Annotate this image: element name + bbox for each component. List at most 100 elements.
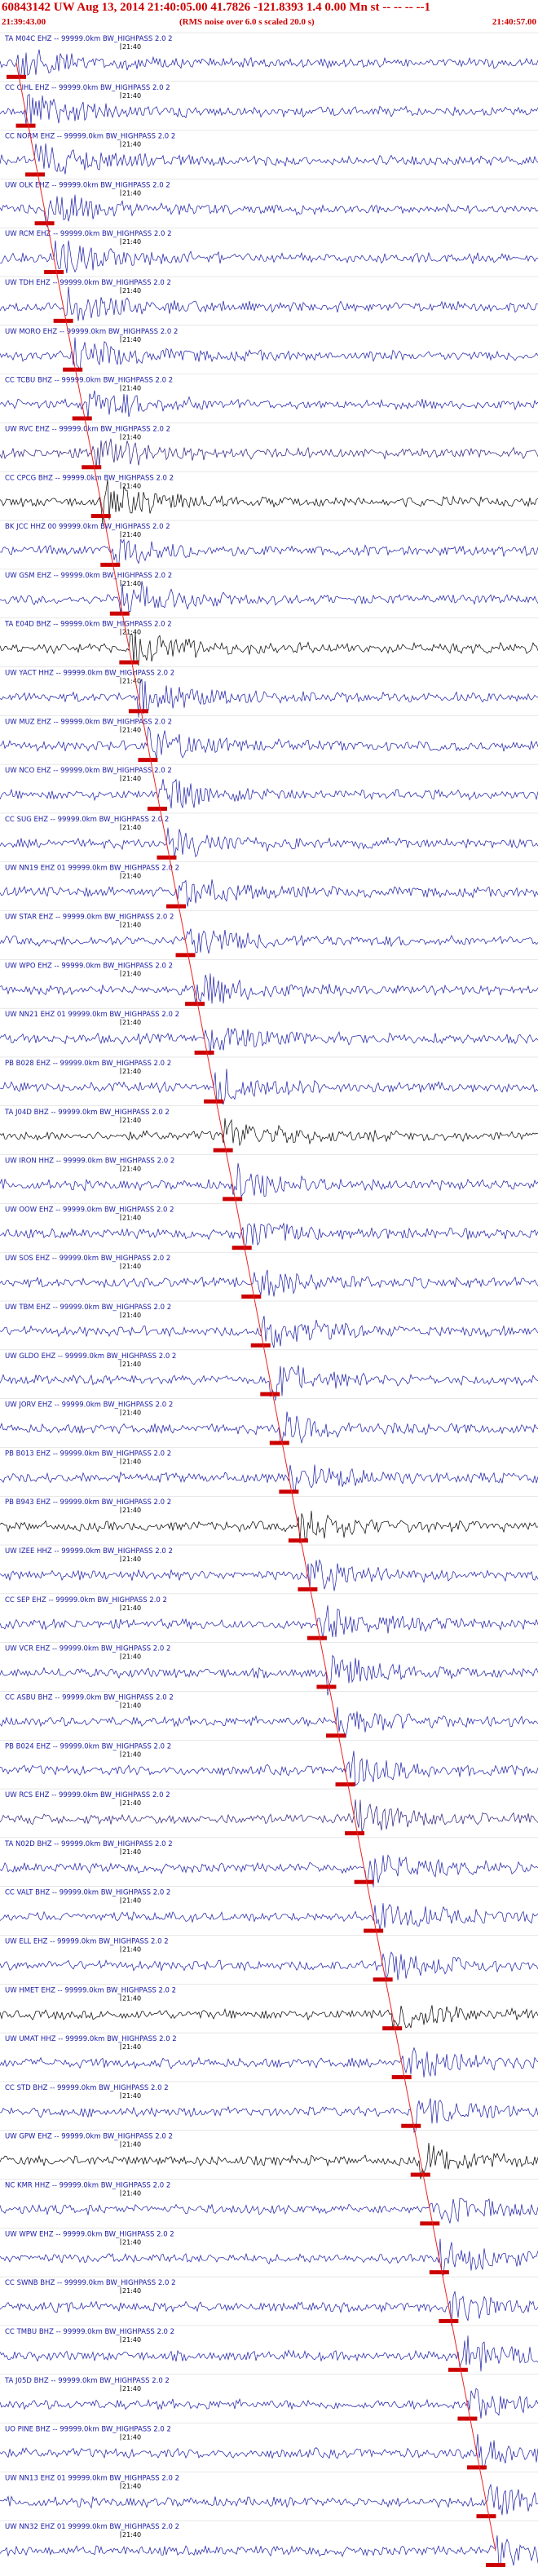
time-tick-label: 21:40 — [122, 1556, 141, 1563]
trace-label: UW RCM EHZ -- 99999.0km BW_HIGHPASS 2.0 … — [5, 230, 172, 238]
trace-37: UW RCS EHZ -- 99999.0km BW_HIGHPASS 2.0 … — [0, 1788, 538, 1835]
time-tick-label: 21:40 — [122, 2092, 141, 2100]
trace-30: PB B013 EHZ -- 99999.0km BW_HIGHPASS 2.0… — [0, 1447, 538, 1494]
pick-marker — [185, 1002, 205, 1007]
time-tick-label: 21:40 — [122, 1604, 141, 1612]
trace-label: UW GSM EHZ -- 99999.0km BW_HIGHPASS 2.0 … — [5, 572, 172, 580]
trace-21: UW NN21 EHZ 01 99999.0km BW_HIGHPASS 2.0… — [0, 1007, 538, 1056]
time-tick-label: 21:40 — [122, 726, 141, 733]
trace-label: CC TMBU BHZ -- 99999.0km BW_HIGHPASS 2.0… — [5, 2328, 174, 2336]
time-tick-label: 21:40 — [122, 2141, 141, 2149]
trace-label: UW JORV EHZ -- 99999.0km BW_HIGHPASS 2.0… — [5, 1401, 173, 1410]
trace-25: UW OOW EHZ -- 99999.0km BW_HIGHPASS 2.0 … — [0, 1203, 538, 1250]
time-tick-label: 21:40 — [122, 1848, 141, 1856]
pick-marker — [288, 1538, 308, 1543]
waveform — [0, 240, 538, 273]
time-tick-label: 21:40 — [122, 678, 141, 685]
time-tick-label: 21:40 — [122, 1994, 141, 2002]
trace-label: UW STAR EHZ -- 99999.0km BW_HIGHPASS 2.0… — [5, 914, 174, 922]
waveform — [0, 2238, 538, 2276]
trace-9: UW RVC EHZ -- 99999.0km BW_HIGHPASS 2.0 … — [0, 423, 538, 470]
time-tick-label: 21:40 — [122, 629, 141, 636]
trace-label: UW NN19 EHZ 01 99999.0km BW_HIGHPASS 2.0… — [5, 865, 179, 873]
trace-24: UW IRON HHZ -- 99999.0km BW_HIGHPASS 2.0… — [0, 1154, 538, 1202]
time-tick-label: 21:40 — [122, 385, 141, 392]
pick-marker — [119, 660, 139, 665]
waveform — [0, 1069, 538, 1105]
trace-4: UW OLK EHZ -- 99999.0km BW_HIGHPASS 2.0 … — [0, 179, 538, 228]
pick-marker — [448, 2367, 468, 2372]
trace-16: UW NCO EHZ -- 99999.0km BW_HIGHPASS 2.0 … — [0, 764, 538, 811]
time-tick-label: 21:40 — [122, 287, 141, 294]
waveform — [0, 726, 538, 759]
trace-43: CC STD BHZ -- 99999.0km BW_HIGHPASS 2.0 … — [0, 2081, 538, 2133]
pick-marker — [335, 1782, 355, 1787]
pick-marker — [306, 1635, 327, 1640]
time-tick-label: 21:40 — [122, 2336, 141, 2344]
pick-marker — [382, 2026, 403, 2031]
waveform — [0, 633, 538, 666]
trace-49: TA J05D BHZ -- 99999.0km BW_HIGHPASS 2.0… — [0, 2374, 538, 2421]
waveform — [0, 2098, 538, 2133]
waveform — [0, 1269, 538, 1297]
time-tick-label: 21:40 — [122, 1117, 141, 1124]
trace-label: UW IRON HHZ -- 99999.0km BW_HIGHPASS 2.0… — [5, 1157, 174, 1166]
time-tick-label: 21:40 — [122, 1751, 141, 1758]
trace-26: UW SOS EHZ -- 99999.0km BW_HIGHPASS 2.0 … — [0, 1251, 538, 1299]
time-tick-label: 21:40 — [122, 2385, 141, 2392]
pick-marker — [401, 2123, 421, 2128]
waveform — [0, 1511, 538, 1544]
time-tick-label: 21:40 — [122, 1458, 141, 1465]
pick-marker — [223, 1197, 243, 1202]
waveform — [0, 2142, 538, 2180]
trace-5: UW RCM EHZ -- 99999.0km BW_HIGHPASS 2.0 … — [0, 227, 538, 275]
waveform — [0, 581, 538, 614]
trace-label: CC SUG EHZ -- 99999.0km BW_HIGHPASS 2.0 … — [5, 816, 169, 824]
pick-marker — [373, 1977, 393, 1982]
time-tick-label: 21:40 — [122, 922, 141, 929]
pick-marker — [269, 1441, 289, 1445]
pick-marker — [250, 1343, 271, 1348]
time-tick-label: 21:40 — [122, 43, 141, 51]
waveform — [0, 49, 538, 80]
pick-marker — [100, 562, 121, 567]
pick-marker — [298, 1587, 318, 1591]
pick-marker — [326, 1733, 346, 1738]
pick-marker — [439, 2318, 459, 2323]
trace-label: CC CPCG BHZ -- 99999.0km BW_HIGHPASS 2.0… — [5, 474, 174, 482]
trace-label: UW TBM EHZ -- 99999.0km BW_HIGHPASS 2.0 … — [5, 1303, 171, 1312]
trace-32: UW IZEE HHZ -- 99999.0km BW_HIGHPASS 2.0… — [0, 1544, 538, 1591]
time-tick-label: 21:40 — [122, 531, 141, 538]
waveform — [0, 1854, 538, 1888]
trace-33: CC SEP EHZ -- 99999.0km BW_HIGHPASS 2.0 … — [0, 1593, 538, 1641]
trace-label: CC ASBU BHZ -- 99999.0km BW_HIGHPASS 2.0… — [5, 1693, 174, 1702]
trace-2: CC CIHL EHZ -- 99999.0km BW_HIGHPASS 2.0… — [0, 81, 538, 128]
trace-label: UW ELL EHZ -- 99999.0km BW_HIGHPASS 2.0 … — [5, 1938, 169, 1946]
trace-15: UW MUZ EHZ -- 99999.0km BW_HIGHPASS 2.0 … — [0, 715, 538, 763]
trace-label: CC TCBU BHZ -- 99999.0km BW_HIGHPASS 2.0… — [5, 377, 173, 385]
waveform — [0, 778, 538, 809]
trace-48: CC TMBU BHZ -- 99999.0km BW_HIGHPASS 2.0… — [0, 2325, 538, 2372]
trace-label: UW HMET EHZ -- 99999.0km BW_HIGHPASS 2.0… — [5, 1986, 176, 1994]
trace-label: UW GPW EHZ -- 99999.0km BW_HIGHPASS 2.0 … — [5, 2133, 173, 2141]
time-tick-label: 21:40 — [122, 1068, 141, 1075]
time-tick-label: 21:40 — [122, 2238, 141, 2246]
pick-marker — [138, 758, 158, 763]
trace-47: CC SWNB BHZ -- 99999.0km BW_HIGHPASS 2.0… — [0, 2276, 538, 2326]
waveform — [0, 1706, 538, 1738]
waveform — [0, 94, 538, 126]
waveform — [0, 337, 538, 372]
time-tick-label: 21:40 — [122, 1166, 141, 1173]
pick-marker — [204, 1099, 224, 1104]
waveform — [0, 1223, 538, 1250]
time-tick-label: 21:40 — [122, 580, 141, 587]
trace-label: UW OOW EHZ -- 99999.0km BW_HIGHPASS 2.0 … — [5, 1206, 174, 1214]
trace-36: PB B024 EHZ -- 99999.0km BW_HIGHPASS 2.0… — [0, 1740, 538, 1787]
time-tick-label: 21:40 — [122, 189, 141, 197]
time-tick-label: 21:40 — [122, 1263, 141, 1270]
waveform — [0, 390, 538, 418]
trace-42: UW UMAT HHZ -- 99999.0km BW_HIGHPASS 2.0… — [0, 2032, 538, 2079]
trace-34: UW VCR EHZ -- 99999.0km BW_HIGHPASS 2.0 … — [0, 1642, 538, 1696]
trace-38: TA N02D BHZ -- 99999.0km BW_HIGHPASS 2.0… — [0, 1837, 538, 1888]
trace-label: UW UMAT HHZ -- 99999.0km BW_HIGHPASS 2.0… — [5, 2035, 177, 2043]
